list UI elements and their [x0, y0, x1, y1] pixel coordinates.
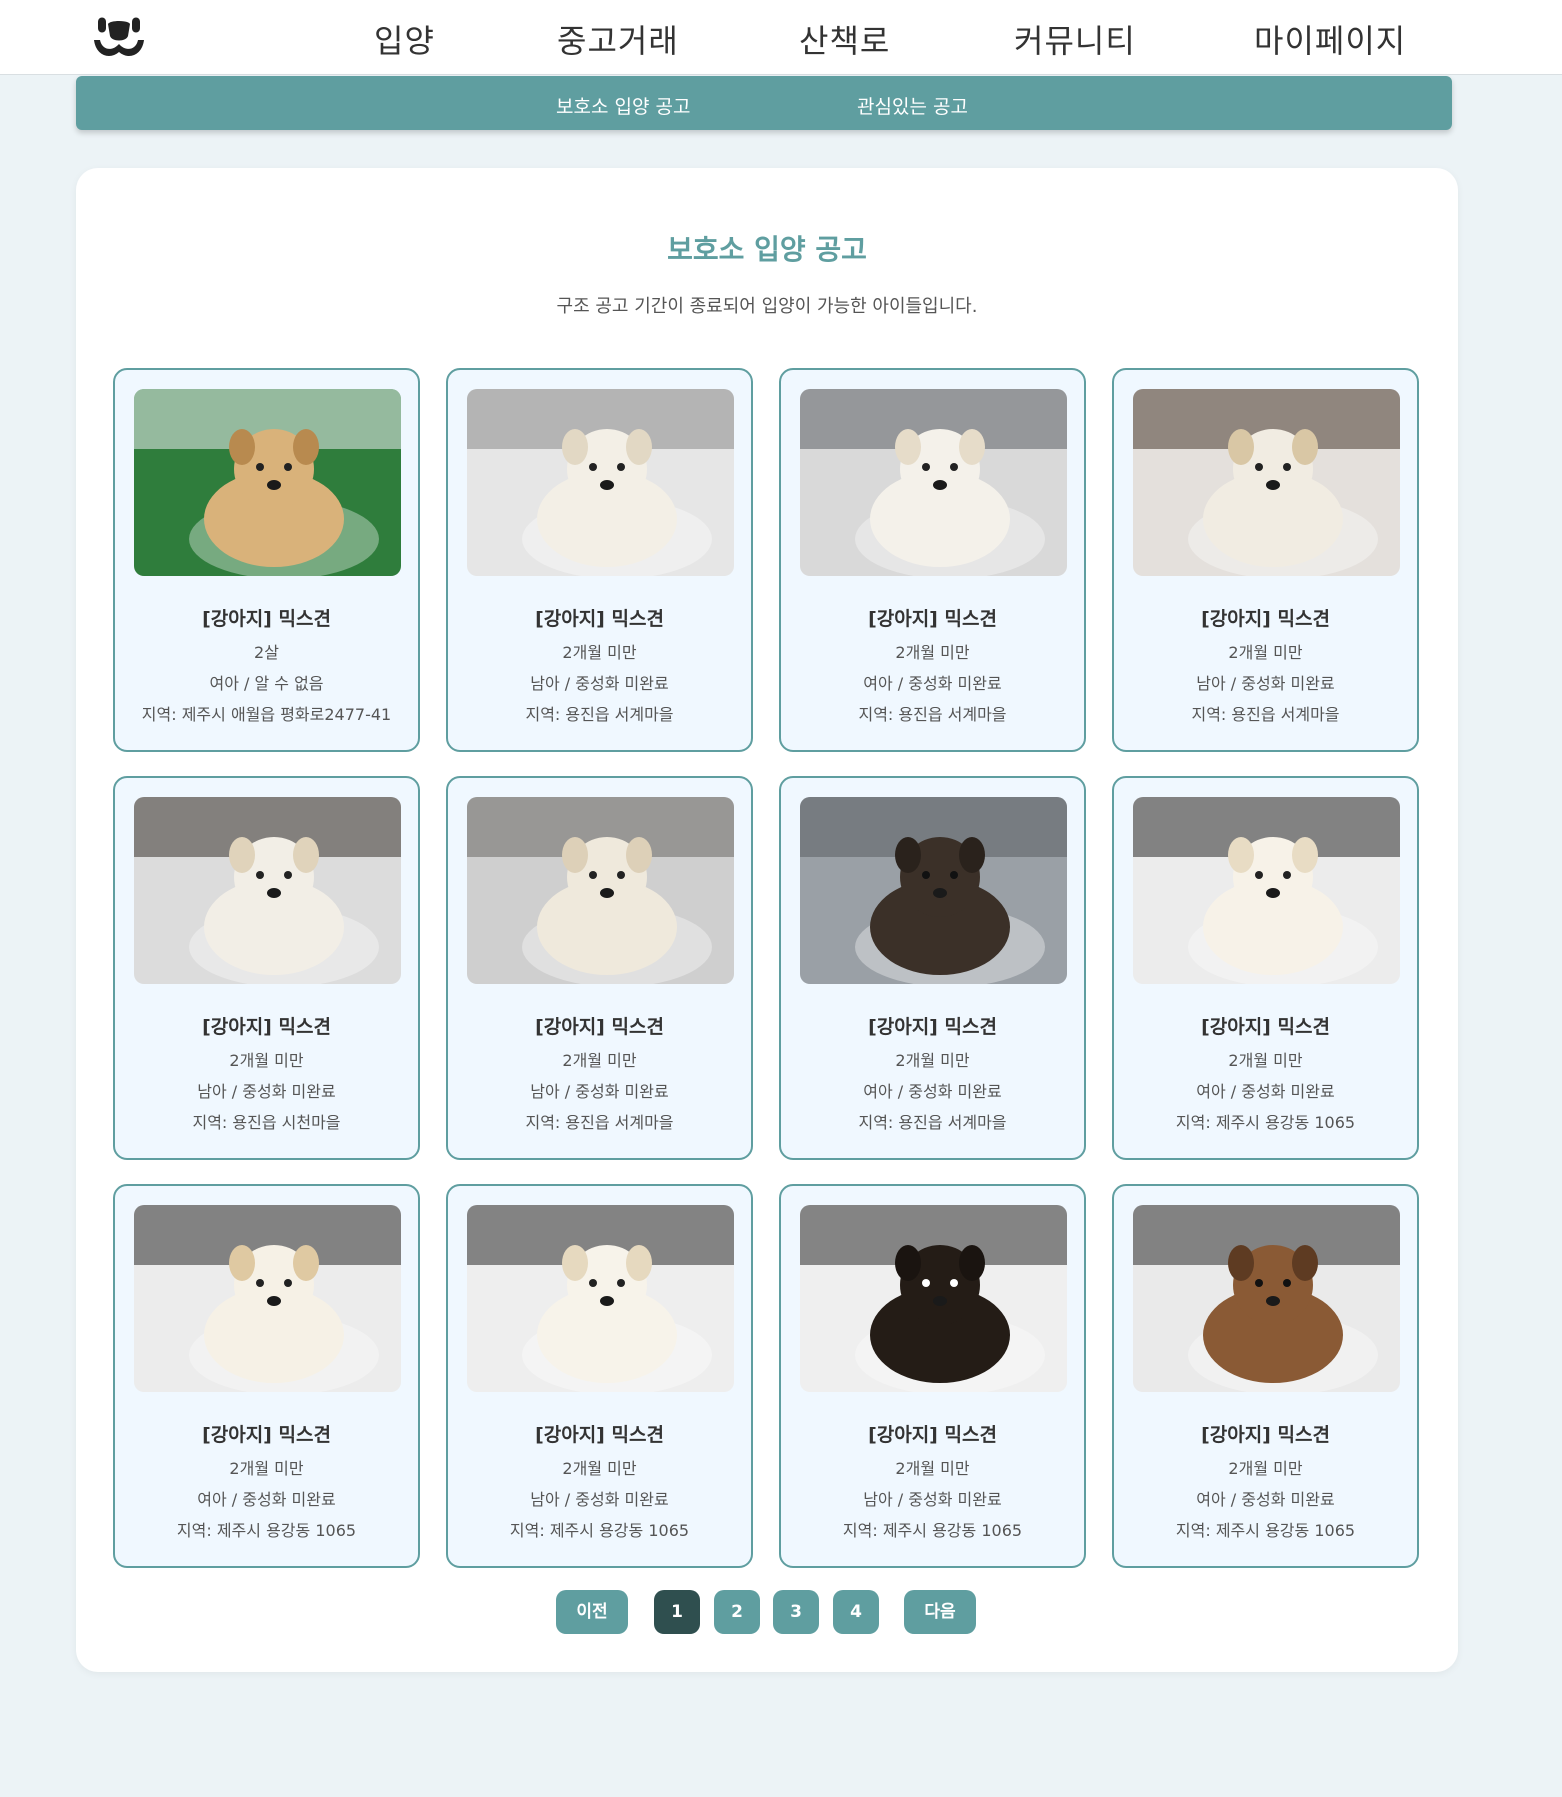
adoption-card[interactable]: [강아지] 믹스견 2개월 미만남아 / 중성화 미완료지역: 제주시 용강동 1… [779, 1184, 1086, 1568]
adoption-card[interactable]: [강아지] 믹스견 2개월 미만남아 / 중성화 미완료지역: 용진읍 서계마을 [446, 776, 753, 1160]
pet-photo[interactable] [800, 797, 1067, 984]
adoption-card[interactable]: [강아지] 믹스견 2개월 미만남아 / 중성화 미완료지역: 용진읍 시천마을 [113, 776, 420, 1160]
pet-photo[interactable] [467, 1205, 734, 1392]
card-title: [강아지] 믹스견 [868, 608, 997, 630]
card-region: 지역: 용진읍 시천마을 [192, 1113, 341, 1132]
adoption-card-grid: [강아지] 믹스견 2살여아 / 알 수 없음지역: 제주시 애월읍 평화로247… [113, 368, 1421, 1568]
card-title: [강아지] 믹스견 [535, 1016, 664, 1038]
page-button-1[interactable]: 1 [654, 1590, 700, 1634]
card-sex-neuter: 남아 / 중성화 미완료 [530, 674, 669, 693]
card-region: 지역: 제주시 용강동 1065 [176, 1521, 357, 1540]
card-region: 지역: 용진읍 서계마을 [858, 705, 1007, 724]
card-age: 2개월 미만 [895, 1051, 970, 1070]
card-sex-neuter: 여아 / 중성화 미완료 [1196, 1082, 1335, 1101]
card-title: [강아지] 믹스견 [202, 1424, 331, 1446]
pet-photo[interactable] [800, 1205, 1067, 1392]
card-region: 지역: 용진읍 서계마을 [1191, 705, 1340, 724]
adoption-card[interactable]: [강아지] 믹스견 2개월 미만여아 / 중성화 미완료지역: 제주시 용강동 1… [113, 1184, 420, 1568]
card-age: 2개월 미만 [229, 1051, 304, 1070]
card-title: [강아지] 믹스견 [202, 608, 331, 630]
adoption-card[interactable]: [강아지] 믹스견 2개월 미만여아 / 중성화 미완료지역: 제주시 용강동 1… [1112, 1184, 1419, 1568]
card-sex-neuter: 여아 / 중성화 미완료 [197, 1490, 336, 1509]
card-title: [강아지] 믹스견 [868, 1016, 997, 1038]
adoption-card[interactable]: [강아지] 믹스견 2개월 미만남아 / 중성화 미완료지역: 제주시 용강동 1… [446, 1184, 753, 1568]
card-sex-neuter: 여아 / 중성화 미완료 [863, 674, 1002, 693]
page-button-2[interactable]: 2 [714, 1590, 760, 1634]
pet-photo[interactable] [1133, 797, 1400, 984]
card-title: [강아지] 믹스견 [868, 1424, 997, 1446]
nav-community[interactable]: 커뮤니티 [1014, 16, 1136, 62]
nav-adoption[interactable]: 입양 [374, 16, 435, 62]
card-title: [강아지] 믹스견 [1201, 1424, 1330, 1446]
pet-photo[interactable] [1133, 1205, 1400, 1392]
card-region: 지역: 용진읍 서계마을 [858, 1113, 1007, 1132]
prev-page-button[interactable]: 이전 [556, 1590, 628, 1634]
adoption-card[interactable]: [강아지] 믹스견 2살여아 / 알 수 없음지역: 제주시 애월읍 평화로247… [113, 368, 420, 752]
pet-photo[interactable] [1133, 389, 1400, 576]
card-region: 지역: 제주시 용강동 1065 [1175, 1521, 1356, 1540]
card-age: 2개월 미만 [895, 643, 970, 662]
top-navbar: 입양 중고거래 산책로 커뮤니티 마이페이지 [0, 0, 1562, 75]
page-button-3[interactable]: 3 [773, 1590, 819, 1634]
card-sex-neuter: 여아 / 알 수 없음 [209, 674, 324, 693]
card-title: [강아지] 믹스견 [202, 1016, 331, 1038]
page-subtitle: 구조 공고 기간이 종료되어 입양이 가능한 아이들입니다. [556, 296, 978, 317]
card-age: 2개월 미만 [1228, 643, 1303, 662]
card-age: 2개월 미만 [562, 1459, 637, 1478]
next-page-button[interactable]: 다음 [904, 1590, 976, 1634]
card-title: [강아지] 믹스견 [1201, 608, 1330, 630]
adoption-card[interactable]: [강아지] 믹스견 2개월 미만여아 / 중성화 미완료지역: 제주시 용강동 1… [1112, 776, 1419, 1160]
adoption-card[interactable]: [강아지] 믹스견 2개월 미만남아 / 중성화 미완료지역: 용진읍 서계마을 [1112, 368, 1419, 752]
paw-logo-icon[interactable] [92, 14, 146, 60]
adoption-card[interactable]: [강아지] 믹스견 2개월 미만남아 / 중성화 미완료지역: 용진읍 서계마을 [446, 368, 753, 752]
page-title: 보호소 입양 공고 [667, 233, 867, 266]
card-age: 2개월 미만 [1228, 1459, 1303, 1478]
nav-used-market[interactable]: 중고거래 [557, 16, 679, 62]
card-sex-neuter: 여아 / 중성화 미완료 [1196, 1490, 1335, 1509]
card-sex-neuter: 남아 / 중성화 미완료 [530, 1082, 669, 1101]
page-button-4[interactable]: 4 [833, 1590, 879, 1634]
card-title: [강아지] 믹스견 [535, 1424, 664, 1446]
card-region: 지역: 제주시 애월읍 평화로2477-41 [141, 705, 392, 724]
subnav-shelter-adoption[interactable]: 보호소 입양 공고 [556, 92, 690, 119]
pagination: 이전 1 2 3 4 다음 [76, 1590, 1458, 1634]
pet-photo[interactable] [134, 797, 401, 984]
pet-photo[interactable] [134, 389, 401, 576]
card-sex-neuter: 남아 / 중성화 미완료 [197, 1082, 336, 1101]
card-age: 2살 [254, 643, 279, 662]
card-age: 2개월 미만 [562, 643, 637, 662]
card-sex-neuter: 여아 / 중성화 미완료 [863, 1082, 1002, 1101]
card-age: 2개월 미만 [562, 1051, 637, 1070]
card-region: 지역: 제주시 용강동 1065 [509, 1521, 690, 1540]
subnav-interested-posts[interactable]: 관심있는 공고 [857, 92, 968, 119]
card-title: [강아지] 믹스견 [1201, 1016, 1330, 1038]
content-panel: 보호소 입양 공고 구조 공고 기간이 종료되어 입양이 가능한 아이들입니다.… [76, 168, 1458, 1672]
card-sex-neuter: 남아 / 중성화 미완료 [530, 1490, 669, 1509]
card-title: [강아지] 믹스견 [535, 608, 664, 630]
adoption-card[interactable]: [강아지] 믹스견 2개월 미만여아 / 중성화 미완료지역: 용진읍 서계마을 [779, 368, 1086, 752]
card-age: 2개월 미만 [895, 1459, 970, 1478]
pet-photo[interactable] [467, 797, 734, 984]
card-region: 지역: 제주시 용강동 1065 [1175, 1113, 1356, 1132]
nav-walking-trail[interactable]: 산책로 [799, 16, 890, 62]
card-age: 2개월 미만 [229, 1459, 304, 1478]
sub-navbar: 보호소 입양 공고 관심있는 공고 [76, 76, 1452, 130]
pet-photo[interactable] [467, 389, 734, 576]
adoption-card[interactable]: [강아지] 믹스견 2개월 미만여아 / 중성화 미완료지역: 용진읍 서계마을 [779, 776, 1086, 1160]
card-sex-neuter: 남아 / 중성화 미완료 [863, 1490, 1002, 1509]
card-age: 2개월 미만 [1228, 1051, 1303, 1070]
card-sex-neuter: 남아 / 중성화 미완료 [1196, 674, 1335, 693]
card-region: 지역: 제주시 용강동 1065 [842, 1521, 1023, 1540]
card-region: 지역: 용진읍 서계마을 [525, 705, 674, 724]
pet-photo[interactable] [134, 1205, 401, 1392]
nav-mypage[interactable]: 마이페이지 [1254, 16, 1406, 62]
card-region: 지역: 용진읍 서계마을 [525, 1113, 674, 1132]
pet-photo[interactable] [800, 389, 1067, 576]
